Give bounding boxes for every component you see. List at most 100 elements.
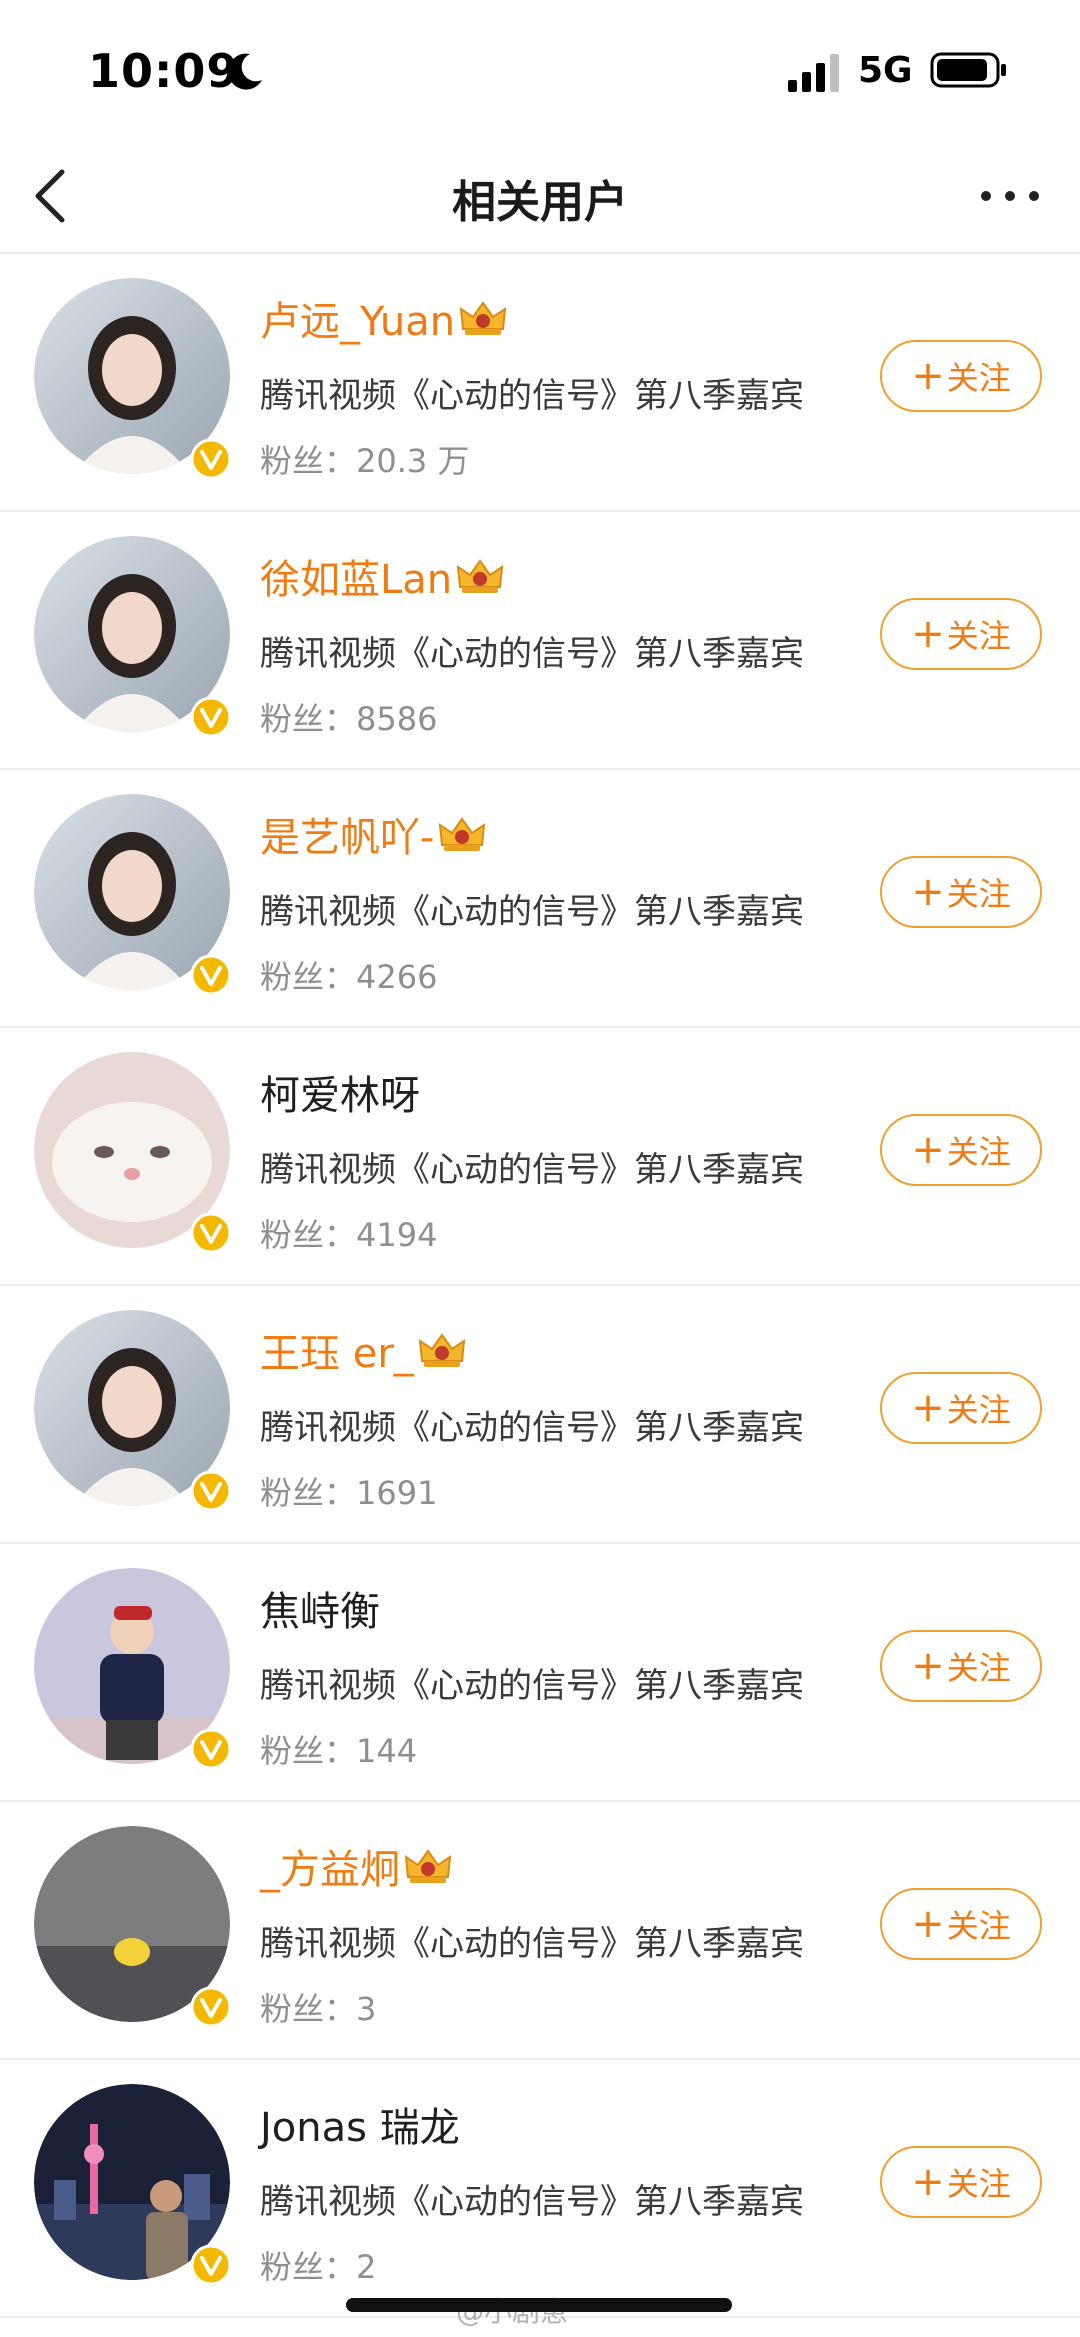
plus-icon: + — [911, 353, 945, 399]
user-description: 腾讯视频《心动的信号》第八季嘉宾 — [260, 1150, 804, 1190]
name-line: 徐如蓝Lan — [260, 548, 506, 604]
verified-badge-icon — [190, 1212, 232, 1254]
user-row[interactable]: _方益炯 腾讯视频《心动的信号》第八季嘉宾 粉丝：3 + 关注 — [0, 1802, 1080, 2060]
more-icon[interactable] — [972, 164, 1048, 228]
user-description: 腾讯视频《心动的信号》第八季嘉宾 — [260, 1666, 804, 1706]
follow-label: 关注 — [946, 1391, 1011, 1429]
avatar[interactable] — [34, 1310, 232, 1512]
fans-value: 8586 — [356, 700, 438, 738]
user-name[interactable]: 卢远_Yuan — [260, 289, 455, 347]
plus-icon: + — [911, 611, 945, 657]
moon-icon — [228, 53, 262, 90]
crown-vip-icon — [404, 1849, 452, 1883]
follow-button[interactable]: + 关注 — [880, 1114, 1042, 1186]
fans-count: 粉丝：3 — [260, 1984, 376, 2030]
verified-badge-icon — [190, 438, 232, 480]
avatar[interactable] — [34, 1568, 232, 1770]
fans-count: 粉丝：20.3 万 — [260, 436, 469, 482]
fans-value: 3 — [356, 1990, 377, 2028]
user-description: 腾讯视频《心动的信号》第八季嘉宾 — [260, 1408, 804, 1448]
follow-button[interactable]: + 关注 — [880, 2146, 1042, 2218]
network-type: 5G — [858, 50, 913, 91]
verified-badge-icon — [190, 1470, 232, 1512]
fans-label: 粉丝： — [260, 442, 357, 480]
plus-icon: + — [911, 1643, 945, 1689]
follow-label: 关注 — [946, 2165, 1011, 2203]
crown-vip-icon — [459, 301, 507, 335]
avatar[interactable] — [34, 536, 232, 738]
fans-value: 20.3 万 — [356, 442, 470, 480]
fans-count: 粉丝：8586 — [260, 694, 437, 740]
name-line: _方益炯 — [260, 1838, 454, 1894]
fans-value: 4194 — [356, 1216, 438, 1254]
fans-label: 粉丝： — [260, 1216, 357, 1254]
follow-label: 关注 — [946, 1649, 1011, 1687]
fans-label: 粉丝： — [260, 958, 357, 996]
nav-bar: 相关用户 — [0, 140, 1080, 254]
user-row[interactable]: 王珏 er_ 腾讯视频《心动的信号》第八季嘉宾 粉丝：1691 + 关注 — [0, 1286, 1080, 1544]
name-line: 焦峙衡 — [260, 1580, 380, 1636]
fans-count: 粉丝：1691 — [260, 1468, 437, 1514]
follow-button[interactable]: + 关注 — [880, 1888, 1042, 1960]
follow-label: 关注 — [946, 617, 1011, 655]
user-row[interactable]: 卢远_Yuan 腾讯视频《心动的信号》第八季嘉宾 粉丝：20.3 万 + 关注 — [0, 254, 1080, 512]
verified-badge-icon — [190, 1728, 232, 1770]
fans-label: 粉丝： — [260, 1732, 357, 1770]
user-description: 腾讯视频《心动的信号》第八季嘉宾 — [260, 1924, 804, 1964]
fans-label: 粉丝： — [260, 700, 357, 738]
crown-vip-icon — [439, 817, 486, 851]
fans-label: 粉丝： — [260, 1990, 357, 2028]
battery-icon — [930, 52, 1006, 88]
fans-count: 粉丝：4194 — [260, 1210, 437, 1256]
user-row[interactable]: Jonas 瑞龙 腾讯视频《心动的信号》第八季嘉宾 粉丝：2 + 关注 — [0, 2060, 1080, 2318]
name-line: Jonas 瑞龙 — [260, 2096, 460, 2152]
follow-button[interactable]: + 关注 — [880, 340, 1042, 412]
user-description: 腾讯视频《心动的信号》第八季嘉宾 — [260, 2182, 804, 2222]
status-time: 10:09 — [88, 44, 240, 98]
home-indicator[interactable] — [346, 2298, 732, 2312]
name-line: 柯爱林呀 — [260, 1064, 420, 1120]
user-name[interactable]: _方益炯 — [260, 1837, 400, 1895]
follow-label: 关注 — [946, 359, 1011, 397]
avatar[interactable] — [34, 1826, 232, 2028]
user-name[interactable]: Jonas 瑞龙 — [260, 2095, 460, 2153]
user-name[interactable]: 焦峙衡 — [260, 1579, 380, 1637]
user-description: 腾讯视频《心动的信号》第八季嘉宾 — [260, 892, 804, 932]
user-row[interactable]: 是艺帆吖- 腾讯视频《心动的信号》第八季嘉宾 粉丝：4266 + 关注 — [0, 770, 1080, 1028]
avatar[interactable] — [34, 1052, 232, 1254]
signal-icon — [788, 54, 839, 92]
avatar[interactable] — [34, 278, 232, 480]
follow-button[interactable]: + 关注 — [880, 856, 1042, 928]
fans-value: 2 — [356, 2248, 377, 2286]
plus-icon: + — [911, 869, 945, 915]
user-list: 卢远_Yuan 腾讯视频《心动的信号》第八季嘉宾 粉丝：20.3 万 +关注 — [0, 254, 1080, 2318]
page-title: 相关用户 — [452, 177, 628, 228]
fans-count: 粉丝：144 — [260, 1726, 417, 1772]
user-row[interactable]: 徐如蓝Lan 腾讯视频《心动的信号》第八季嘉宾 粉丝：8586 + 关注 — [0, 512, 1080, 770]
avatar[interactable] — [34, 2084, 232, 2286]
crown-vip-icon — [418, 1333, 465, 1367]
follow-button[interactable]: + 关注 — [880, 598, 1042, 670]
user-name[interactable]: 徐如蓝Lan — [260, 547, 452, 605]
follow-button[interactable]: + 关注 — [880, 1630, 1042, 1702]
avatar[interactable] — [34, 794, 232, 996]
plus-icon: + — [911, 2159, 945, 2205]
plus-icon: + — [911, 1127, 945, 1173]
user-row[interactable]: 柯爱林呀 腾讯视频《心动的信号》第八季嘉宾 粉丝：4194 + 关注 — [0, 1028, 1080, 1286]
fans-value: 4266 — [356, 958, 438, 996]
verified-badge-icon — [190, 954, 232, 996]
follow-label: 关注 — [946, 875, 1011, 913]
fans-label: 粉丝： — [260, 1474, 357, 1512]
fans-count: 粉丝：4266 — [260, 952, 437, 998]
user-name[interactable]: 柯爱林呀 — [260, 1063, 420, 1121]
plus-icon: + — [911, 1385, 945, 1431]
user-name[interactable]: 是艺帆吖- — [260, 805, 434, 863]
user-name[interactable]: 王珏 er_ — [260, 1321, 414, 1379]
follow-button[interactable]: + 关注 — [880, 1372, 1042, 1444]
user-description: 腾讯视频《心动的信号》第八季嘉宾 — [260, 376, 804, 416]
name-line: 是艺帆吖- — [260, 806, 488, 862]
name-line: 卢远_Yuan — [260, 290, 509, 346]
fans-count: 粉丝：2 — [260, 2242, 376, 2288]
user-row[interactable]: 焦峙衡 腾讯视频《心动的信号》第八季嘉宾 粉丝：144 + 关注 — [0, 1544, 1080, 1802]
fans-label: 粉丝： — [260, 2248, 357, 2286]
